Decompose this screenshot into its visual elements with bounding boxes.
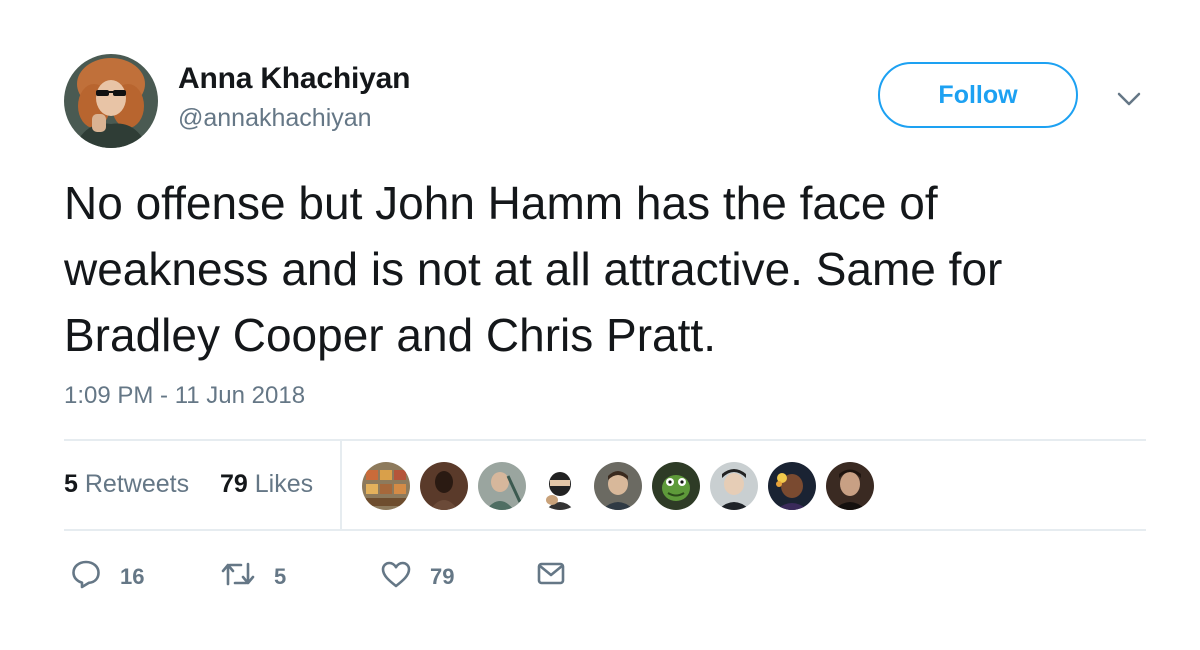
stats-divider — [340, 441, 342, 529]
retweets-label: Retweets — [84, 470, 190, 498]
reply-icon — [70, 558, 102, 596]
liker-avatar[interactable] — [536, 462, 584, 510]
like-count: 79 — [430, 564, 455, 589]
liker-avatar[interactable] — [362, 462, 410, 510]
direct-message-button[interactable] — [536, 558, 566, 594]
retweet-icon — [220, 558, 256, 596]
liker-avatar[interactable] — [420, 462, 468, 510]
liker-avatar[interactable] — [710, 462, 758, 510]
likes-stat[interactable]: 79 Likes — [220, 470, 313, 499]
envelope-icon — [536, 558, 566, 594]
divider — [64, 529, 1146, 531]
tweet-card: Anna Khachiyan @annakhachiyan Follow No … — [0, 0, 1200, 650]
author-avatar[interactable] — [64, 54, 158, 148]
liker-avatar[interactable] — [768, 462, 816, 510]
liker-avatar[interactable] — [826, 462, 874, 510]
retweet-count: 5 — [274, 564, 287, 589]
chevron-down-icon[interactable] — [1114, 84, 1144, 114]
tweet-text: No offense but John Hamm has the face of… — [64, 177, 1003, 361]
retweets-stat[interactable]: 5 Retweets — [64, 470, 189, 499]
author-handle[interactable]: @annakhachiyan — [178, 104, 372, 133]
reply-count: 16 — [120, 564, 145, 589]
retweet-button[interactable]: 5 — [220, 558, 286, 596]
follow-button[interactable]: Follow — [878, 62, 1078, 128]
profile-photo-icon — [64, 54, 158, 148]
heart-icon — [380, 558, 412, 596]
liker-avatar[interactable] — [478, 462, 526, 510]
like-button[interactable]: 79 — [380, 558, 454, 596]
author-name[interactable]: Anna Khachiyan — [178, 62, 410, 96]
divider — [64, 439, 1146, 441]
liker-avatar[interactable] — [594, 462, 642, 510]
likes-count: 79 — [220, 470, 248, 498]
liker-avatar[interactable] — [652, 462, 700, 510]
likes-label: Likes — [254, 470, 314, 498]
reply-button[interactable]: 16 — [70, 558, 144, 596]
liker-avatars — [362, 462, 884, 510]
tweet-timestamp[interactable]: 1:09 PM - 11 Jun 2018 — [64, 382, 305, 410]
retweets-count: 5 — [64, 470, 78, 498]
